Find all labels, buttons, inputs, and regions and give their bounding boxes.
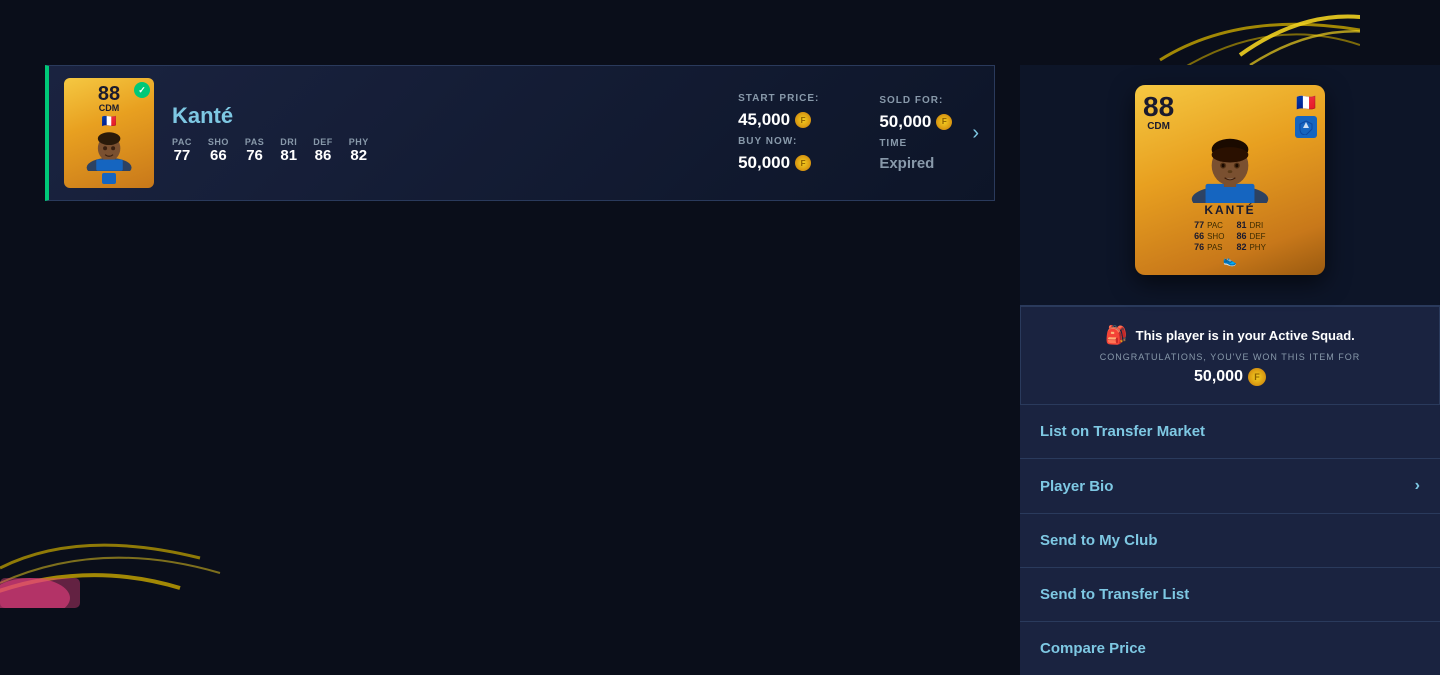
stat-pas: PAS 76: [245, 137, 264, 164]
auction-row-chevron[interactable]: ›: [972, 122, 979, 145]
price-block-left: START PRICE: 45,000 F BUY NOW: 50,000 F: [738, 93, 819, 173]
large-card-name: KANTÉ: [1204, 203, 1255, 217]
notice-sub-text: CONGRATULATIONS, YOU'VE WON THIS ITEM FO…: [1041, 352, 1419, 362]
card-position-mini: CDM: [99, 104, 120, 113]
buy-now-label: BUY NOW:: [738, 136, 819, 147]
player-face-large: [1170, 138, 1290, 203]
player-card-mini: ✓ 88 CDM 🇫🇷: [64, 78, 154, 188]
fut-coin-sold: F: [936, 114, 952, 130]
card-rating-mini: 88: [98, 84, 120, 104]
stat-def: DEF 86: [313, 137, 333, 164]
large-card-stats: 77 PAC 66 SHO 76 PAS: [1194, 220, 1266, 252]
stat-dri: DRI 81: [280, 137, 297, 164]
notice-backpack-icon: 🎒: [1105, 325, 1127, 346]
fut-coin-buynow: F: [795, 155, 811, 171]
sold-for-label: SOLD FOR:: [879, 95, 952, 106]
notice-fut-coin: F: [1248, 368, 1266, 386]
start-price-label: START PRICE:: [738, 93, 819, 104]
large-card-club: [1295, 116, 1317, 138]
large-card-rating: 88: [1143, 93, 1174, 121]
fut-coin-start: F: [795, 112, 811, 128]
price-block-right: SOLD FOR: 50,000 F TIME Expired: [879, 95, 952, 172]
player-bio-button[interactable]: Player Bio ›: [1020, 459, 1440, 514]
player-stats-row: PAC 77 SHO 66 PAS 76 DRI 81: [172, 137, 698, 164]
list-on-transfer-market-button[interactable]: List on Transfer Market: [1020, 405, 1440, 459]
large-card-position: CDM: [1147, 121, 1170, 132]
sold-for-value: 50,000 F: [879, 112, 952, 132]
player-bio-chevron: ›: [1415, 477, 1420, 495]
player-info: Kanté PAC 77 SHO 66 PAS 76 DRI: [172, 103, 698, 164]
send-to-my-club-button[interactable]: Send to My Club: [1020, 514, 1440, 568]
send-to-transfer-list-button[interactable]: Send to Transfer List: [1020, 568, 1440, 622]
time-label: TIME: [879, 138, 952, 149]
notice-main-text: This player is in your Active Squad.: [1136, 328, 1355, 343]
buy-now-value: 50,000 F: [738, 153, 819, 173]
active-squad-notice: 🎒 This player is in your Active Squad. C…: [1020, 306, 1440, 405]
player-face-mini: [77, 129, 142, 171]
stat-phy: PHY 82: [349, 137, 369, 164]
compare-price-button[interactable]: Compare Price: [1020, 622, 1440, 675]
action-buttons: List on Transfer Market Player Bio › Sen…: [1020, 405, 1440, 675]
auction-row: ✓ 88 CDM 🇫🇷: [45, 65, 995, 201]
stat-pac: PAC 77: [172, 137, 192, 164]
start-price-value: 45,000 F: [738, 110, 819, 130]
check-badge: ✓: [134, 82, 150, 98]
main-container: ✓ 88 CDM 🇫🇷: [0, 0, 1440, 608]
left-panel: ✓ 88 CDM 🇫🇷: [45, 65, 995, 608]
player-card-large: 88 CDM 🇫🇷: [1135, 85, 1325, 275]
player-name: Kanté: [172, 103, 698, 129]
price-info: START PRICE: 45,000 F BUY NOW: 50,000 F …: [738, 93, 952, 173]
card-club-icon-mini: [102, 173, 116, 184]
card-flag-mini: 🇫🇷: [100, 115, 118, 127]
large-card-flag: 🇫🇷: [1296, 93, 1316, 113]
stat-sho: SHO 66: [208, 137, 229, 164]
time-value: Expired: [879, 155, 952, 172]
right-panel: 88 CDM 🇫🇷: [1020, 65, 1440, 675]
large-card-boot-icon: 👟: [1223, 254, 1237, 267]
notice-price: 50,000: [1194, 368, 1243, 386]
